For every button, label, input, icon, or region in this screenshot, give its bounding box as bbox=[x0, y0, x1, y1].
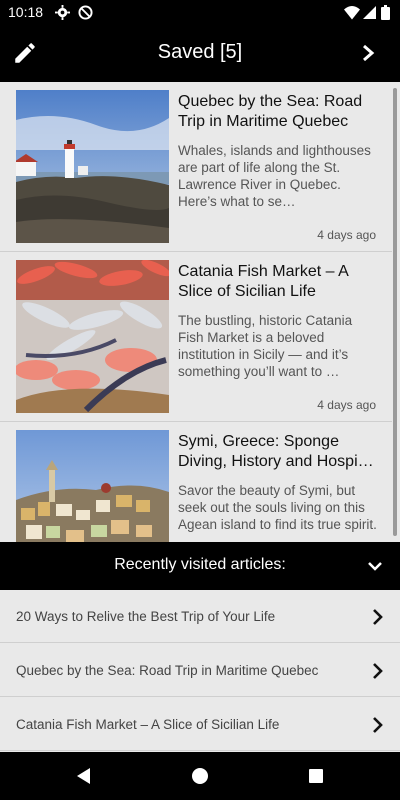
saved-articles-list[interactable]: Quebec by the Sea: Road Trip in Maritime… bbox=[0, 82, 400, 542]
saved-article-card[interactable]: Symi, Greece: Sponge Diving, History and… bbox=[0, 422, 392, 542]
signal-icon bbox=[363, 6, 376, 19]
chevron-right-icon[interactable] bbox=[358, 42, 378, 64]
status-time: 10:18 bbox=[8, 4, 44, 20]
lighthouse-coast-photo bbox=[16, 90, 169, 243]
wifi-icon bbox=[344, 6, 360, 20]
article-snippet: Whales, islands and lighthouses are part… bbox=[178, 143, 371, 209]
page-title: Saved [5] bbox=[157, 41, 243, 63]
article-snippet: The bustling, historic Catania Fish Mark… bbox=[178, 313, 353, 379]
recent-article-item[interactable]: Quebec by the Sea: Road Trip in Maritime… bbox=[0, 644, 400, 697]
do-not-disturb-icon bbox=[78, 5, 93, 20]
article-snippet: Savor the beauty of Symi, but seek out t… bbox=[178, 483, 377, 532]
recent-articles-list: 20 Ways to Relive the Best Trip of Your … bbox=[0, 590, 400, 752]
settings-gear-icon bbox=[55, 5, 70, 20]
recent-articles-label: Recently visited articles: bbox=[114, 556, 286, 573]
saved-article-card[interactable]: Quebec by the Sea: Road Trip in Maritime… bbox=[0, 82, 392, 252]
home-icon[interactable] bbox=[190, 766, 210, 786]
chevron-right-icon[interactable] bbox=[372, 662, 384, 680]
recent-article-title[interactable]: Quebec by the Sea: Road Trip in Maritime… bbox=[16, 663, 318, 678]
recent-article-title[interactable]: Catania Fish Market – A Slice of Sicilia… bbox=[16, 717, 279, 732]
article-title[interactable]: Quebec by the Sea: Road Trip in Maritime… bbox=[178, 92, 383, 132]
navigation-bar bbox=[0, 752, 400, 800]
recent-article-item[interactable]: 20 Ways to Relive the Best Trip of Your … bbox=[0, 590, 400, 643]
recents-icon[interactable] bbox=[306, 766, 326, 786]
fish-market-photo bbox=[16, 260, 169, 413]
scrollbar[interactable] bbox=[393, 88, 397, 536]
article-title[interactable]: Symi, Greece: Sponge Diving, History and… bbox=[178, 432, 383, 472]
recent-articles-header[interactable]: Recently visited articles: bbox=[0, 542, 400, 590]
article-age: 4 days ago bbox=[317, 228, 376, 242]
chevron-right-icon[interactable] bbox=[372, 608, 384, 626]
app-bar: Saved [5] bbox=[0, 26, 400, 82]
status-bar: 10:18 bbox=[0, 0, 400, 26]
battery-icon bbox=[381, 5, 390, 20]
article-age: 4 days ago bbox=[317, 398, 376, 412]
chevron-down-icon[interactable] bbox=[366, 558, 384, 574]
saved-article-card[interactable]: Catania Fish Market – A Slice of Sicilia… bbox=[0, 252, 392, 422]
article-title[interactable]: Catania Fish Market – A Slice of Sicilia… bbox=[178, 262, 383, 302]
recent-article-item[interactable]: Catania Fish Market – A Slice of Sicilia… bbox=[0, 698, 400, 751]
back-icon[interactable] bbox=[74, 766, 94, 786]
recent-article-title[interactable]: 20 Ways to Relive the Best Trip of Your … bbox=[16, 609, 275, 624]
symi-harbor-photo bbox=[16, 430, 169, 542]
chevron-right-icon[interactable] bbox=[372, 716, 384, 734]
